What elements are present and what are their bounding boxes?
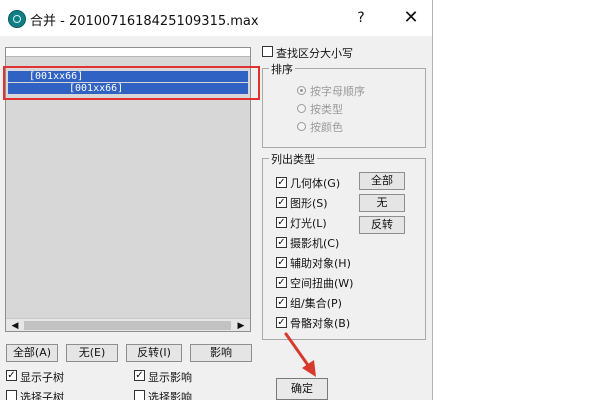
help-button[interactable]: ? (350, 8, 372, 28)
geometry-label: 几何体(G) (290, 177, 341, 190)
bones-label: 骨骼对象(B) (290, 317, 351, 330)
bones-checkbox[interactable]: ✓ (276, 317, 287, 328)
select-none-button[interactable]: 无(E) (66, 344, 118, 362)
sort-alphabetical-radio[interactable] (297, 86, 306, 95)
list-header (6, 48, 250, 57)
groups-label: 组/集合(P) (290, 297, 342, 310)
sort-by-type-label: 按类型 (310, 103, 343, 116)
sort-group-title: 排序 (269, 61, 295, 77)
groups-checkbox[interactable]: ✓ (276, 297, 287, 308)
select-subtree-checkbox[interactable] (6, 390, 17, 400)
cameras-label: 摄影机(C) (290, 237, 340, 250)
ok-button[interactable]: 确定 (276, 378, 328, 400)
list-types-group-title: 列出类型 (269, 151, 317, 167)
sort-alphabetical-label: 按字母顺序 (310, 85, 365, 98)
sort-by-color-label: 按颜色 (310, 121, 343, 134)
influence-button[interactable]: 影响 (190, 344, 252, 362)
invert-selection-button[interactable]: 反转(I) (126, 344, 182, 362)
cameras-checkbox[interactable]: ✓ (276, 237, 287, 248)
types-none-button[interactable]: 无 (359, 194, 405, 212)
show-subtree-label: 显示子树 (20, 371, 64, 384)
sort-group: 排序 按字母顺序 按类型 按颜色 (262, 61, 426, 148)
merge-dialog: 合并 - 2010071618425109315.max ? ✕ [001xx6… (0, 0, 433, 400)
annotation-arrow-icon (284, 332, 316, 377)
show-influence-label: 显示影响 (148, 371, 192, 384)
select-subtree-label: 选择子树 (20, 391, 64, 400)
select-influence-label: 选择影响 (148, 391, 192, 400)
select-all-button[interactable]: 全部(A) (6, 344, 58, 362)
close-button[interactable]: ✕ (400, 8, 422, 28)
select-influence-checkbox[interactable] (134, 390, 145, 400)
geometry-checkbox[interactable]: ✓ (276, 177, 287, 188)
helpers-checkbox[interactable]: ✓ (276, 257, 287, 268)
types-invert-button[interactable]: 反转 (359, 216, 405, 234)
lights-checkbox[interactable]: ✓ (276, 217, 287, 228)
scroll-left-icon[interactable]: ◀ (8, 319, 22, 331)
show-subtree-checkbox[interactable]: ✓ (6, 370, 17, 381)
space-warps-checkbox[interactable]: ✓ (276, 277, 287, 288)
space-warps-label: 空间扭曲(W) (290, 277, 354, 290)
shapes-label: 图形(S) (290, 197, 328, 210)
3dsmax-app-icon (8, 10, 26, 28)
case-sensitive-label: 查找区分大小写 (276, 47, 353, 60)
list-types-group: 列出类型 ✓ 几何体(G) ✓ 图形(S) ✓ 灯光(L) ✓ 摄影机(C) ✓… (262, 151, 426, 340)
window-title: 合并 - 2010071618425109315.max (30, 14, 259, 29)
scroll-right-icon[interactable]: ▶ (234, 319, 248, 331)
case-sensitive-checkbox[interactable] (262, 46, 273, 57)
shapes-checkbox[interactable]: ✓ (276, 197, 287, 208)
horizontal-scrollbar[interactable]: ◀ ▶ (6, 318, 250, 331)
types-all-button[interactable]: 全部 (359, 172, 405, 190)
sort-by-color-radio[interactable] (297, 122, 306, 131)
selection-highlight-box (3, 66, 260, 100)
title-bar[interactable]: 合并 - 2010071618425109315.max ? ✕ (0, 0, 432, 36)
sort-by-type-radio[interactable] (297, 104, 306, 113)
lights-label: 灯光(L) (290, 217, 327, 230)
scroll-thumb[interactable] (24, 321, 231, 330)
show-influence-checkbox[interactable]: ✓ (134, 370, 145, 381)
helpers-label: 辅助对象(H) (290, 257, 351, 270)
